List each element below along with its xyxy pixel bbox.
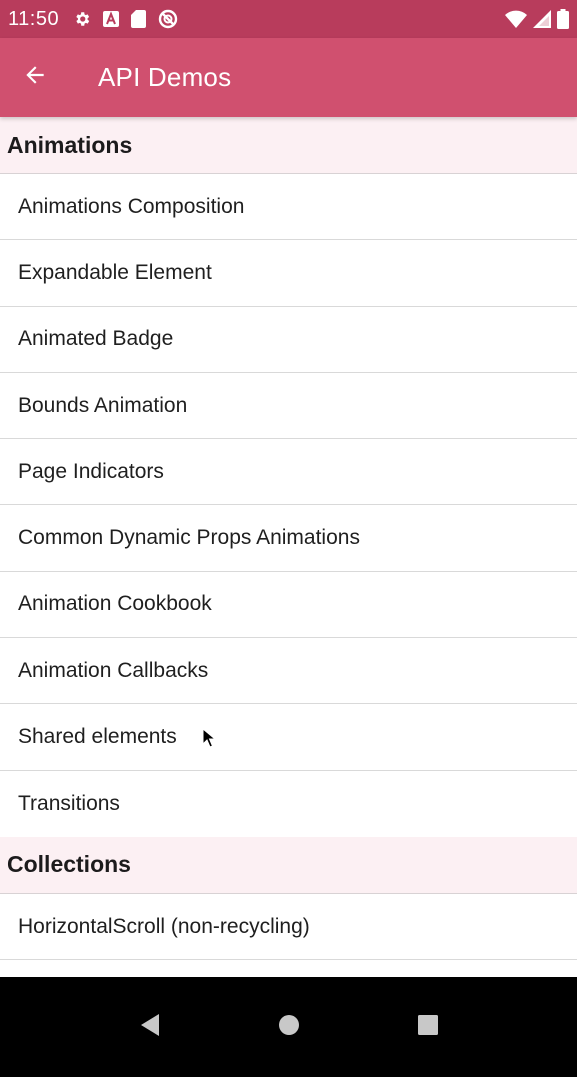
status-icons-left bbox=[73, 9, 178, 29]
status-bar: 11:50 bbox=[0, 0, 577, 38]
app-bar: API Demos bbox=[0, 38, 577, 117]
nav-home-button[interactable] bbox=[259, 992, 319, 1062]
section-header-animations: Animations bbox=[0, 117, 577, 174]
gear-icon bbox=[73, 10, 91, 28]
nav-recents-button[interactable] bbox=[398, 992, 458, 1062]
arrow-back-icon bbox=[22, 62, 48, 93]
list-item[interactable]: HorizontalScroll (non-recycling) bbox=[0, 893, 577, 961]
list-item[interactable]: Animated Badge bbox=[0, 306, 577, 373]
nav-back-button[interactable] bbox=[120, 992, 180, 1062]
no-sync-icon bbox=[158, 9, 178, 29]
signal-icon bbox=[533, 10, 551, 28]
battery-icon bbox=[557, 9, 569, 29]
section-header-collections: Collections bbox=[0, 836, 577, 894]
list-item[interactable]: Bounds Animation bbox=[0, 372, 577, 440]
list-item[interactable]: Page Indicators bbox=[0, 439, 577, 506]
list-item[interactable]: Shared elements bbox=[0, 704, 577, 771]
home-circle-icon bbox=[278, 1014, 300, 1041]
list-item[interactable]: Animation Callbacks bbox=[0, 638, 577, 705]
list-item[interactable]: Expandable Element bbox=[0, 240, 577, 307]
wifi-icon bbox=[505, 10, 527, 28]
back-triangle-icon bbox=[139, 1013, 161, 1042]
status-time: 11:50 bbox=[8, 7, 60, 30]
back-button[interactable] bbox=[0, 38, 70, 117]
status-icons-right bbox=[505, 9, 569, 29]
a-letter-icon bbox=[103, 11, 120, 27]
app-title: API Demos bbox=[98, 62, 232, 92]
navigation-bar bbox=[0, 977, 577, 1077]
list-item[interactable]: Common Dynamic Props Animations bbox=[0, 505, 577, 572]
screen: 11:50 API Demos Animations Animations Co… bbox=[0, 0, 577, 1077]
list-item[interactable]: Animation Cookbook bbox=[0, 571, 577, 639]
demo-list: Animations Animations Composition Expand… bbox=[0, 117, 577, 977]
list-item[interactable]: Animations Composition bbox=[0, 174, 577, 241]
list-item[interactable]: Transitions bbox=[0, 770, 577, 837]
recents-square-icon bbox=[417, 1014, 439, 1041]
sd-card-icon bbox=[131, 10, 147, 28]
